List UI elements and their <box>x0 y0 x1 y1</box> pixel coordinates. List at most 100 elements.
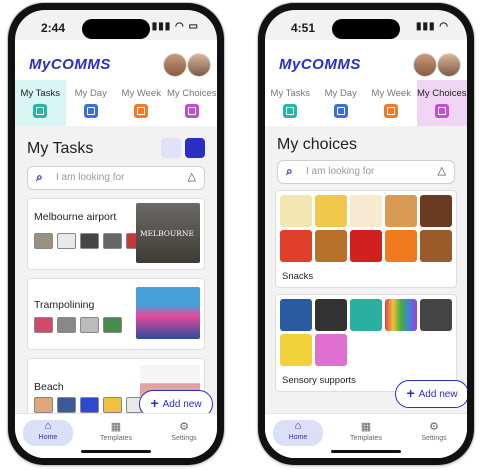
group-title: Snacks <box>282 271 314 282</box>
home-indicator <box>81 450 151 453</box>
avatar-child[interactable] <box>413 53 437 77</box>
tab-label: My Choices <box>166 88 217 99</box>
tab-my-choices[interactable]: My Choices <box>167 80 218 126</box>
tab-label: My Tasks <box>270 88 310 99</box>
carrots-image[interactable] <box>385 230 417 262</box>
tab-my-tasks[interactable]: My Tasks <box>15 80 66 126</box>
tab-my-day[interactable]: My Day <box>66 80 117 126</box>
app-logo: MyCOMMS <box>279 56 361 73</box>
step-thumbnail <box>34 317 53 333</box>
signal-wifi-battery-icon: ▮▮▮ ◠ ▭ <box>151 21 199 32</box>
step-thumbnail <box>80 397 99 413</box>
tab-my-tasks[interactable]: My Tasks <box>265 80 316 126</box>
shapes-filter-icon[interactable]: △ <box>188 170 196 183</box>
tab-my-week[interactable]: My Week <box>366 80 417 126</box>
view-toggle-images-icon[interactable] <box>161 138 181 158</box>
task-title: Beach <box>34 381 64 393</box>
search-input[interactable]: I am looking for <box>56 172 124 183</box>
fidget-spinner-image[interactable] <box>420 299 452 331</box>
left-phone: 2:44 ▮▮▮ ◠ ▭ MyCOMMS My Tasks My Day My … <box>8 3 224 465</box>
tasks-icon <box>33 104 48 118</box>
step-thumbnail <box>34 233 53 249</box>
nav-home[interactable]: ⌂ Home <box>23 420 73 446</box>
step-thumbnail <box>103 233 122 249</box>
avatar-adult[interactable] <box>437 53 461 77</box>
chocolate-image[interactable] <box>420 195 452 227</box>
step-thumbnail <box>57 397 76 413</box>
sensory-images <box>280 299 452 366</box>
home-icon: ⌂ <box>294 420 302 432</box>
templates-icon: ▦ <box>110 421 122 433</box>
task-title: Trampolining <box>34 299 95 311</box>
tab-my-choices[interactable]: My Choices <box>416 80 467 126</box>
nav-label: Home <box>288 434 308 441</box>
settings-gear-icon: ⚙ <box>429 421 439 433</box>
group-title: Sensory supports <box>282 375 356 386</box>
search-bar[interactable]: ⌕ I am looking for △ <box>277 160 455 184</box>
task-title: Melbourne airport <box>34 211 117 223</box>
pretzels-image[interactable] <box>315 230 347 262</box>
melbourne-airport-photo: MELBOURNE <box>136 203 200 263</box>
page-title: My Tasks <box>27 140 94 157</box>
choice-group-snacks[interactable]: Snacks <box>275 190 457 288</box>
nav-settings[interactable]: ⚙ Settings <box>159 420 209 442</box>
search-bar[interactable]: ⌕ I am looking for △ <box>27 166 205 190</box>
headphones-image[interactable] <box>315 299 347 331</box>
step-thumbnail <box>80 233 99 249</box>
task-card-melbourne-airport[interactable]: Melbourne airport MELBOURNE <box>27 198 205 270</box>
page-title: My choices <box>277 136 358 153</box>
tab-label: My Choices <box>416 88 467 99</box>
tab-my-day[interactable]: My Day <box>316 80 367 126</box>
tab-label: My Week <box>121 88 161 99</box>
popcorn-image[interactable] <box>280 195 312 227</box>
choices-icon <box>184 104 199 118</box>
chips-image[interactable] <box>315 195 347 227</box>
plus-icon: + <box>150 395 159 411</box>
step-thumbnail <box>57 233 76 249</box>
playdough-image[interactable] <box>280 334 312 366</box>
step-thumbnail <box>34 397 53 413</box>
right-screen: 4:51 ▮▮▮ ◠ MyCOMMS My Tasks My Day My We… <box>265 10 467 458</box>
ice-cream-image[interactable] <box>350 195 382 227</box>
status-time: 2:44 <box>41 21 66 35</box>
view-toggle-list-icon[interactable] <box>185 138 205 158</box>
kinetic-sand-image[interactable] <box>315 334 347 366</box>
lollies-image[interactable] <box>280 230 312 262</box>
add-new-button[interactable]: + Add new <box>395 380 467 408</box>
tab-my-week[interactable]: My Week <box>116 80 167 126</box>
pop-it-image[interactable] <box>385 299 417 331</box>
nav-label: Templates <box>100 435 132 442</box>
nav-templates[interactable]: ▦ Templates <box>91 420 141 442</box>
nuts-image[interactable] <box>420 230 452 262</box>
choice-group-sensory-supports[interactable]: Sensory supports <box>275 294 457 392</box>
chew-necklace-image[interactable] <box>350 299 382 331</box>
right-phone: 4:51 ▮▮▮ ◠ MyCOMMS My Tasks My Day My We… <box>258 3 474 465</box>
avatar-child[interactable] <box>163 53 187 77</box>
task-card-trampolining[interactable]: Trampolining <box>27 278 205 350</box>
step-thumbnail <box>103 317 122 333</box>
search-input[interactable]: I am looking for <box>306 166 374 177</box>
plus-icon: + <box>406 385 415 401</box>
nav-templates[interactable]: ▦ Templates <box>341 420 391 442</box>
nav-label: Settings <box>171 435 197 442</box>
cookies-image[interactable] <box>385 195 417 227</box>
app-logo: MyCOMMS <box>29 56 111 73</box>
apple-image[interactable] <box>350 230 382 262</box>
nav-label: Settings <box>421 435 447 442</box>
step-thumbnail <box>57 317 76 333</box>
day-calendar-icon <box>333 104 348 118</box>
task-step-thumbnails <box>34 317 122 333</box>
day-calendar-icon <box>83 104 98 118</box>
left-screen: 2:44 ▮▮▮ ◠ ▭ MyCOMMS My Tasks My Day My … <box>15 10 217 458</box>
nav-settings[interactable]: ⚙ Settings <box>409 420 459 442</box>
avatar-adult[interactable] <box>187 53 211 77</box>
tab-label: My Tasks <box>20 88 60 99</box>
shapes-filter-icon[interactable]: △ <box>438 164 446 177</box>
weighted-vest-image[interactable] <box>280 299 312 331</box>
nav-label: Templates <box>350 435 382 442</box>
tab-label: My Week <box>371 88 411 99</box>
nav-home[interactable]: ⌂ Home <box>273 420 323 446</box>
signal-wifi-icon: ▮▮▮ ◠ <box>415 21 449 32</box>
tab-label: My Day <box>74 88 107 99</box>
trampoline-photo <box>136 287 200 339</box>
